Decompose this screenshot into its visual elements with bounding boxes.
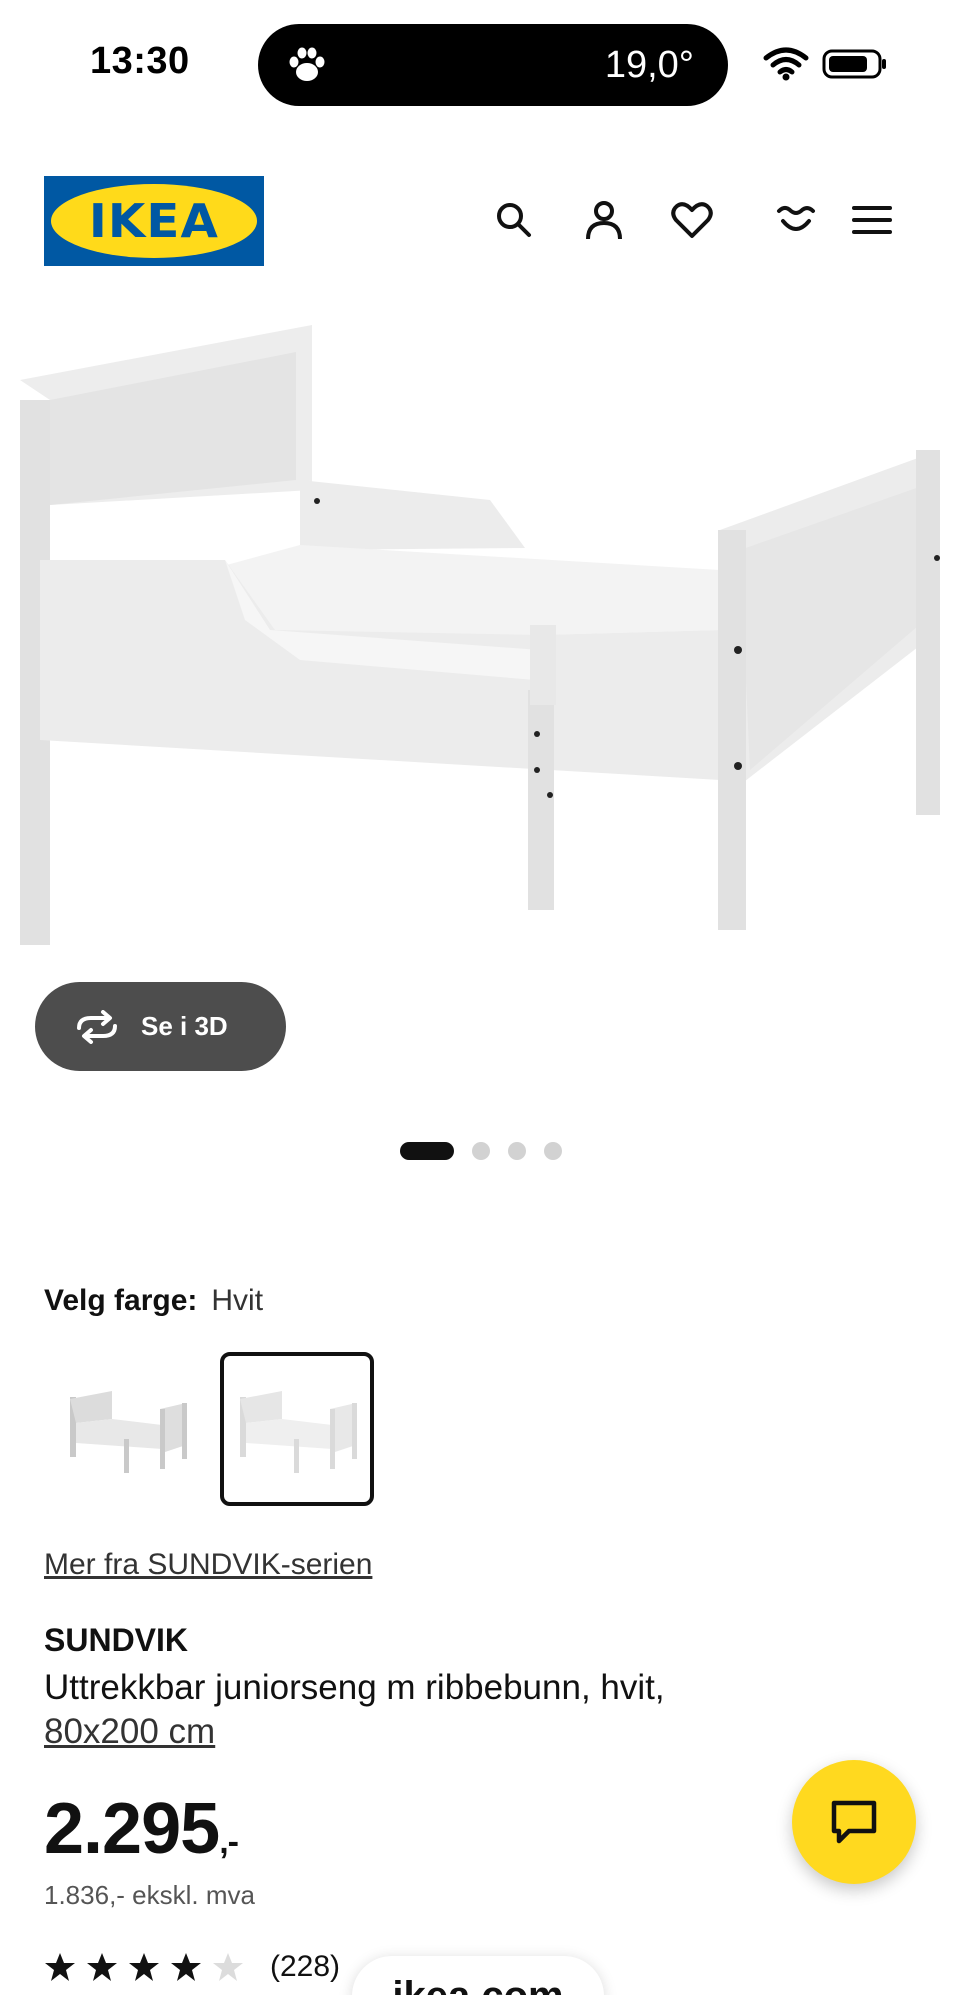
paw-icon xyxy=(289,47,325,81)
color-swatch-1[interactable] xyxy=(50,1352,204,1506)
dynamic-island: 19,0° xyxy=(258,24,728,106)
rating-summary[interactable]: (228) xyxy=(44,1950,340,1984)
rotate-3d-icon xyxy=(77,1009,117,1044)
review-count: (228) xyxy=(270,1950,341,1983)
color-label: Velg farge: xyxy=(44,1284,198,1317)
heart-icon[interactable] xyxy=(668,196,716,244)
chat-icon xyxy=(831,1800,877,1844)
bed-thumbnail-1 xyxy=(70,1391,187,1473)
series-link[interactable]: Mer fra SUNDVIK-serien xyxy=(44,1548,372,1582)
star-icon-filled xyxy=(45,1953,75,1981)
color-swatch-2[interactable] xyxy=(220,1352,374,1506)
product-description: Uttrekkbar juniorseng m ribbebunn, hvit, xyxy=(44,1668,665,1707)
star-icon-filled xyxy=(129,1953,159,1981)
carousel-dot-3[interactable] xyxy=(508,1142,526,1160)
star-icon-filled xyxy=(171,1953,201,1981)
view-3d-button[interactable]: Se i 3D xyxy=(35,982,286,1071)
status-time: 13:30 xyxy=(90,40,190,82)
carousel-dot-2[interactable] xyxy=(472,1142,490,1160)
star-icon-empty xyxy=(213,1953,243,1981)
logo-text: IKEA xyxy=(88,194,219,248)
cart-icon[interactable] xyxy=(772,196,820,244)
user-icon[interactable] xyxy=(580,196,628,244)
search-icon[interactable] xyxy=(490,196,538,244)
carousel-indicator xyxy=(400,1142,562,1160)
wifi-icon xyxy=(763,47,809,81)
logo-oval: IKEA xyxy=(51,184,257,258)
browser-url-bar[interactable]: ikea.com xyxy=(352,1956,604,1995)
temperature-readout: 19,0° xyxy=(604,44,694,86)
carousel-dot-1[interactable] xyxy=(400,1142,454,1160)
ikea-logo[interactable]: IKEA xyxy=(44,176,264,266)
view-3d-label: Se i 3D xyxy=(141,1011,228,1041)
price-suffix: ,- xyxy=(219,1823,239,1861)
price-excl-vat: 1.836,- ekskl. mva xyxy=(44,1880,255,1910)
carousel-dot-4[interactable] xyxy=(544,1142,562,1160)
color-value: Hvit xyxy=(211,1284,264,1317)
menu-icon[interactable] xyxy=(848,196,896,244)
product-name: SUNDVIK xyxy=(44,1622,189,1658)
battery-icon xyxy=(822,49,886,79)
bed-thumbnail-2 xyxy=(240,1391,357,1473)
chat-button[interactable] xyxy=(792,1760,916,1884)
product-image-bed[interactable] xyxy=(0,300,960,980)
price-value: 2.295 xyxy=(44,1789,220,1869)
color-selector-heading: Velg farge: Hvit xyxy=(44,1284,263,1318)
star-icon-filled xyxy=(87,1953,117,1981)
product-price: 2.295,- xyxy=(44,1788,239,1870)
product-size-link[interactable]: 80x200 cm xyxy=(44,1710,215,1754)
